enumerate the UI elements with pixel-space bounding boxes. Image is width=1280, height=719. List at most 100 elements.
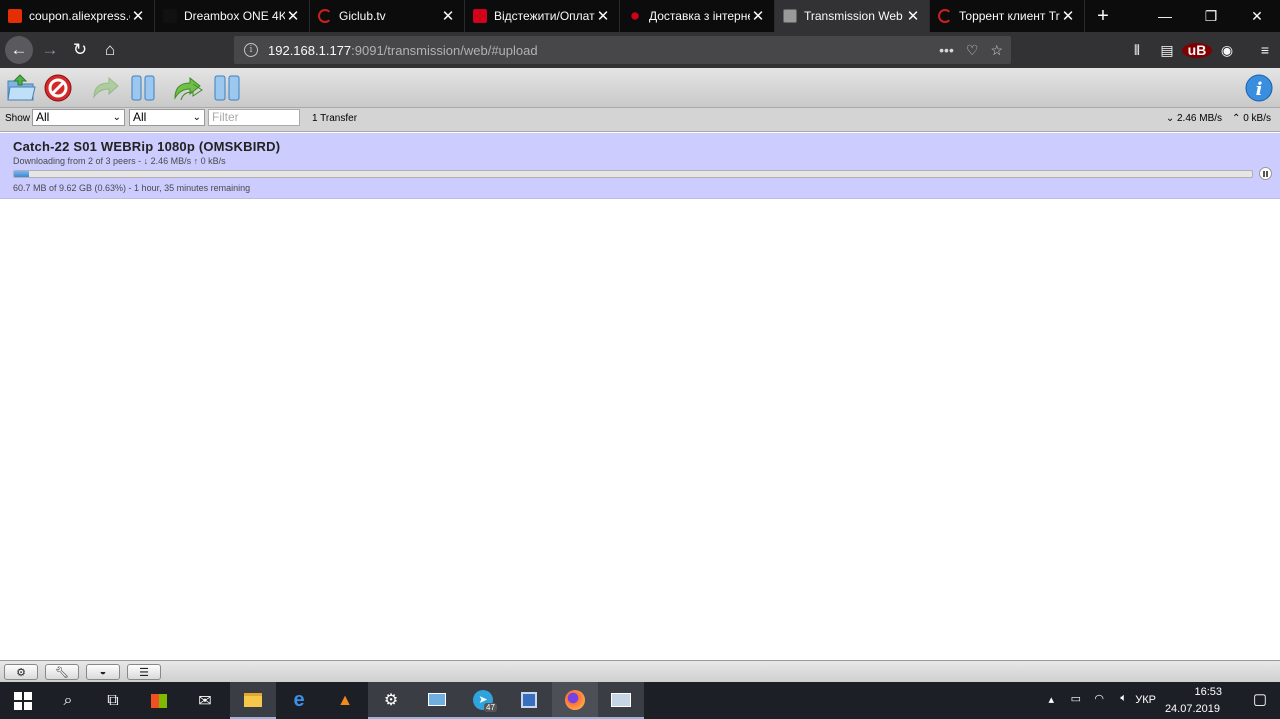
tab-title: Transmission Web I [804, 9, 905, 23]
ublock-icon[interactable]: uB [1182, 42, 1212, 58]
browser-tab-aliexpress[interactable]: coupon.aliexpress.c ✕ [0, 0, 155, 32]
close-tab-icon[interactable]: ✕ [750, 7, 766, 25]
state-filter-select[interactable]: All ⌄ [32, 109, 125, 126]
tray-chevron-up-icon[interactable]: ▴ [1048, 693, 1054, 706]
edge-icon[interactable]: e [276, 682, 322, 719]
down-arrow-icon: ⌄ [1165, 113, 1175, 124]
tab-title: Торрент клиент Tra [959, 9, 1060, 23]
telegram-icon[interactable]: ➤ 47 [460, 682, 506, 719]
minimize-icon[interactable]: — [1142, 0, 1188, 32]
browser-tab-giclub[interactable]: Giclub.tv ✕ [310, 0, 465, 32]
new-tab-button[interactable]: + [1085, 0, 1121, 32]
url-bar[interactable]: i 192.168.1.177:9091/transmission/web/#u… [234, 36, 1011, 64]
browser-tab-novaposhta-delivery[interactable]: Доставка з інтерне ✕ [620, 0, 775, 32]
back-icon[interactable]: ← [5, 36, 33, 64]
search-icon[interactable]: ⌕ [45, 682, 91, 719]
progress-fill [14, 171, 29, 177]
windows-taskbar: ⌕ ⧉ ✉ e ▲ ⚙ ➤ 47 ▴ ▭ ◠ 🔈︎ УКР 16:53 24.0… [0, 682, 1280, 719]
browser-tab-torrent-client[interactable]: Торрент клиент Tra ✕ [930, 0, 1085, 32]
tab-title: Доставка з інтерне [649, 9, 750, 23]
dreambox-icon [163, 9, 177, 23]
close-tab-icon[interactable]: ✕ [285, 7, 301, 25]
close-tab-icon[interactable]: ✕ [595, 7, 611, 25]
torrent-pause-button[interactable] [1259, 167, 1272, 180]
chevron-down-icon: ⌄ [112, 112, 121, 123]
compact-view-button[interactable]: ☰ [127, 664, 161, 680]
resume-all-button[interactable] [173, 73, 203, 103]
chevron-down-icon: ⌄ [192, 112, 201, 123]
firefox-icon[interactable] [552, 682, 598, 719]
mail-icon[interactable]: ✉ [182, 682, 228, 719]
remove-torrent-button[interactable] [43, 73, 73, 103]
tab-title: Відстежити/Оплати [494, 9, 595, 23]
transmission-toolbar: i [0, 68, 1280, 108]
remote-desktop-icon[interactable] [414, 682, 460, 719]
windows-logo-icon [14, 691, 32, 710]
forward-icon[interactable]: → [35, 35, 65, 65]
page-actions-icon[interactable]: ••• [939, 42, 954, 59]
vlc-icon[interactable]: ▲ [322, 682, 368, 719]
resume-all-arrow-icon [174, 76, 203, 101]
battery-icon[interactable]: ▭ [1071, 692, 1081, 705]
telegram-badge: 47 [484, 703, 497, 712]
bookmark-star-icon[interactable]: ☆ [990, 42, 1003, 59]
language-indicator[interactable]: УКР [1135, 694, 1156, 706]
close-tab-icon[interactable]: ✕ [130, 7, 146, 25]
download-speed-value: 2.46 MB/s [1177, 113, 1223, 124]
store-icon[interactable] [136, 682, 182, 719]
scanner-icon[interactable] [598, 682, 644, 719]
settings-app-icon[interactable]: ⚙ [368, 682, 414, 719]
pocket-icon[interactable]: ♡ [966, 42, 979, 59]
gear-icon: ⚙ [16, 666, 26, 679]
transmission-bottom-bar: ⚙ 🔧︎ ◒ ☰ [0, 660, 1280, 682]
settings-button[interactable]: ⚙ [4, 664, 38, 680]
up-arrow-icon: ⌃ [1232, 113, 1241, 124]
giclub-icon [938, 9, 952, 23]
account-icon[interactable]: ◉ [1212, 42, 1242, 59]
state-filter-value: All [36, 110, 50, 124]
info-icon: i [1245, 74, 1273, 102]
reload-icon[interactable]: ↻ [65, 35, 95, 65]
task-view-icon[interactable]: ⧉ [90, 682, 136, 719]
inspector-button[interactable]: i [1244, 73, 1274, 103]
resume-torrent-button[interactable] [90, 73, 120, 103]
file-explorer-icon[interactable] [230, 682, 276, 719]
clock-date[interactable]: 24.07.2019 [1165, 703, 1220, 715]
torrent-name: Catch-22 S01 WEBRip 1080p (OMSKBIRD) [13, 139, 281, 154]
pause-all-button[interactable] [212, 73, 242, 103]
close-window-icon[interactable]: ✕ [1234, 0, 1280, 32]
site-info-icon[interactable]: i [244, 43, 258, 57]
svg-text:i: i [1256, 79, 1263, 100]
close-tab-icon[interactable]: ✕ [1060, 7, 1076, 25]
menu-icon[interactable]: ≡ [1250, 42, 1280, 58]
restore-icon[interactable]: ❐ [1188, 0, 1234, 32]
home-icon[interactable]: ⌂ [95, 35, 125, 65]
turtle-mode-button[interactable]: ◒ [86, 664, 120, 680]
tracker-filter-select[interactable]: All ⌄ [129, 109, 205, 126]
torrent-row[interactable]: Catch-22 S01 WEBRip 1080p (OMSKBIRD) Dow… [0, 133, 1280, 199]
torrent-peer-details: Downloading from 2 of 3 peers - ↓ 2.46 M… [13, 156, 226, 166]
wifi-icon[interactable]: ◠ [1094, 692, 1104, 705]
close-tab-icon[interactable]: ✕ [440, 7, 456, 25]
giclub-icon [318, 9, 332, 23]
library-icon[interactable]: ⫴ [1122, 42, 1152, 59]
download-speed: ⌄ 2.46 MB/s [1166, 113, 1222, 124]
window-controls: — ❐ ✕ [1142, 0, 1280, 32]
start-button[interactable] [0, 682, 46, 719]
pause-torrent-button[interactable] [128, 73, 158, 103]
notifications-icon[interactable]: ▢ [1253, 690, 1267, 708]
browser-tab-dreambox[interactable]: Dreambox ONE 4K ✕ [155, 0, 310, 32]
torrent-progress-details: 60.7 MB of 9.62 GB (0.63%) - 1 hour, 35 … [13, 183, 251, 193]
preferences-button[interactable]: 🔧︎ [45, 664, 79, 680]
sidebar-icon[interactable]: ▤ [1152, 42, 1182, 59]
browser-tab-novaposhta-track[interactable]: Відстежити/Оплати ✕ [465, 0, 620, 32]
folder-open-icon [7, 74, 36, 101]
open-torrent-button[interactable] [6, 73, 36, 103]
browser-tab-transmission[interactable]: Transmission Web I ✕ [775, 0, 930, 32]
close-tab-icon[interactable]: ✕ [905, 7, 921, 25]
clock-time[interactable]: 16:53 [1194, 686, 1222, 698]
volume-icon[interactable]: 🔈︎ [1120, 692, 1127, 705]
save-app-icon[interactable] [506, 682, 552, 719]
tab-title: Giclub.tv [339, 9, 386, 23]
filter-input[interactable]: Filter [208, 109, 300, 126]
